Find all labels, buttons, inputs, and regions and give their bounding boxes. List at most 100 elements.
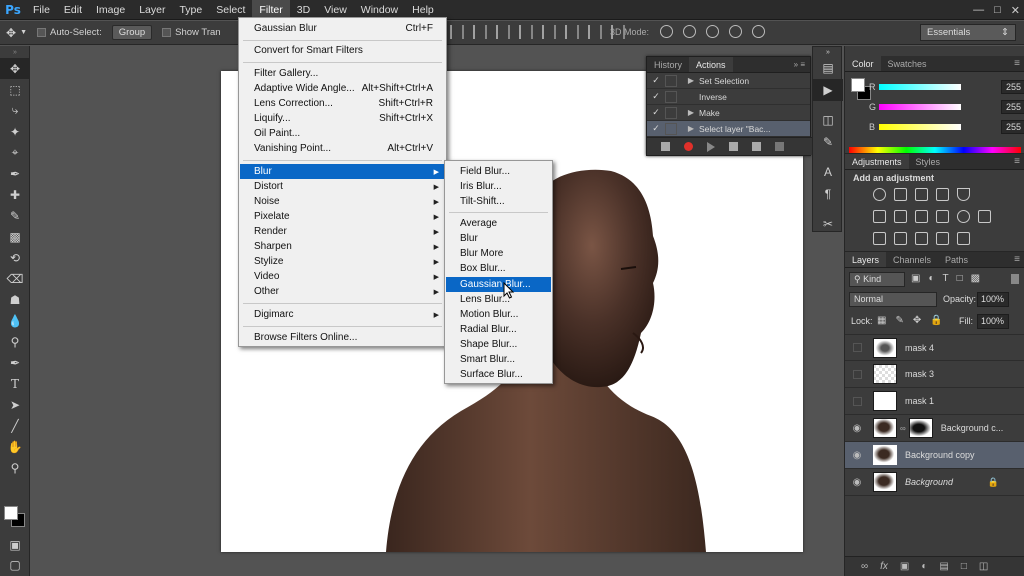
panel-menu-icon[interactable]: ≡: [1014, 56, 1024, 71]
menu-layer[interactable]: Layer: [132, 0, 172, 20]
menu-file[interactable]: File: [26, 0, 57, 20]
menu-item-radial-blur[interactable]: Radial Blur...: [446, 322, 551, 337]
dodge-tool-icon[interactable]: ⚲: [0, 331, 30, 352]
layer-row[interactable]: mask 3: [845, 361, 1024, 388]
levels-icon[interactable]: [894, 188, 907, 201]
distribute-horizontal-icon[interactable]: [588, 25, 602, 39]
menu-item-digimarc[interactable]: Digimarc ▶: [240, 307, 445, 322]
tab-layers[interactable]: Layers: [845, 252, 887, 267]
filter-smart-object-icon[interactable]: ▩: [971, 273, 980, 284]
filter-toggle-icon[interactable]: [1011, 274, 1019, 284]
tab-swatches[interactable]: Swatches: [881, 56, 934, 71]
menu-item-filter-gallery[interactable]: Filter Gallery...: [240, 66, 445, 81]
brightness-contrast-icon[interactable]: [873, 188, 886, 201]
red-slider[interactable]: [879, 84, 961, 90]
filter-pixel-icon[interactable]: ▣: [911, 273, 920, 284]
menu-item-iris-blur[interactable]: Iris Blur...: [446, 179, 551, 194]
distribute-middle-icon[interactable]: [542, 25, 556, 39]
action-row[interactable]: ✓ ▶ Set Selection: [647, 73, 810, 89]
clone-stamp-tool-icon[interactable]: ▩: [0, 226, 30, 247]
panel-menu-icon[interactable]: ≡: [1014, 252, 1024, 267]
menu-item-oil-paint[interactable]: Oil Paint...: [240, 126, 445, 141]
align-right-icon[interactable]: [496, 25, 510, 39]
menu-item-tilt-shift[interactable]: Tilt-Shift...: [446, 194, 551, 209]
layer-row[interactable]: mask 4: [845, 334, 1024, 361]
tool-presets-icon[interactable]: ✂: [813, 213, 843, 235]
menu-type[interactable]: Type: [172, 0, 209, 20]
visibility-toggle[interactable]: [845, 369, 869, 379]
color-balance-icon[interactable]: [894, 210, 907, 223]
exposure-icon[interactable]: [936, 188, 949, 201]
red-value-field[interactable]: 255: [1001, 80, 1024, 94]
blend-mode-dropdown[interactable]: Normal: [849, 292, 937, 307]
photo-filter-icon[interactable]: [936, 210, 949, 223]
menu-item-box-blur[interactable]: Box Blur...: [446, 261, 551, 276]
color-swatches[interactable]: [4, 506, 26, 528]
layer-row[interactable]: mask 1: [845, 388, 1024, 415]
menu-image[interactable]: Image: [89, 0, 132, 20]
eye-icon[interactable]: ◉: [845, 423, 869, 434]
color-fg-swatch[interactable]: [851, 78, 865, 92]
invert-icon[interactable]: [873, 232, 886, 245]
tab-paths[interactable]: Paths: [938, 252, 975, 267]
blue-value-field[interactable]: 255: [1001, 120, 1024, 134]
menu-item-convert-smart-filters[interactable]: Convert for Smart Filters: [240, 43, 445, 58]
lasso-tool-icon[interactable]: ⤷: [0, 100, 30, 121]
lock-transparency-icon[interactable]: ▦: [877, 315, 886, 326]
new-set-icon[interactable]: [729, 142, 738, 151]
panel-menu-icon[interactable]: » ≡: [794, 57, 810, 72]
menu-item-last-filter[interactable]: Gaussian Blur Ctrl+F: [240, 21, 445, 36]
play-icon[interactable]: [707, 141, 715, 152]
opacity-field[interactable]: 100%: [977, 292, 1009, 307]
tab-adjustments[interactable]: Adjustments: [845, 154, 909, 169]
dialog-toggle-box[interactable]: [665, 122, 677, 135]
green-slider[interactable]: [879, 104, 961, 110]
lock-all-icon[interactable]: 🔒: [930, 315, 942, 326]
tab-actions[interactable]: Actions: [689, 57, 733, 72]
character-panel-icon[interactable]: A: [813, 161, 843, 183]
checkmark-icon[interactable]: ✓: [647, 91, 665, 102]
brush-presets-icon[interactable]: ✎: [813, 131, 843, 153]
visibility-toggle[interactable]: [845, 396, 869, 406]
move-tool-preset[interactable]: ✥ ▼: [6, 26, 27, 40]
eyedropper-tool-icon[interactable]: ✒: [0, 163, 30, 184]
distribute-top-icon[interactable]: [519, 25, 533, 39]
auto-select-checkbox[interactable]: [37, 28, 46, 37]
zoom-tool-icon[interactable]: ⚲: [0, 457, 30, 478]
screen-mode-icon[interactable]: ▢: [0, 554, 30, 575]
curves-icon[interactable]: [915, 188, 928, 201]
new-adjustment-icon[interactable]: ◐: [921, 561, 927, 572]
auto-select-dropdown[interactable]: Group: [111, 25, 153, 40]
hue-saturation-icon[interactable]: [873, 210, 886, 223]
move-tool-icon[interactable]: ✥: [0, 58, 30, 79]
eye-icon[interactable]: ◉: [845, 450, 869, 461]
layer-row[interactable]: ◉ ∞ Background c...: [845, 415, 1024, 442]
hand-tool-icon[interactable]: ✋: [0, 436, 30, 457]
3d-pan-icon[interactable]: [706, 25, 719, 38]
healing-brush-tool-icon[interactable]: ✚: [0, 184, 30, 205]
auto-select-option[interactable]: Auto-Select:: [37, 27, 102, 38]
3d-roll-icon[interactable]: [683, 25, 696, 38]
menu-item-smart-blur[interactable]: Smart Blur...: [446, 352, 551, 367]
3d-slide-icon[interactable]: [729, 25, 742, 38]
action-row[interactable]: ✓ Inverse: [647, 89, 810, 105]
filter-shape-icon[interactable]: □: [957, 273, 963, 284]
link-layers-icon[interactable]: ∞: [861, 561, 868, 572]
new-layer-icon[interactable]: □: [961, 561, 967, 572]
menu-item-blur-simple[interactable]: Blur: [446, 231, 551, 246]
fill-field[interactable]: 100%: [977, 314, 1009, 329]
layer-style-icon[interactable]: fx: [880, 561, 888, 572]
layer-row[interactable]: ◉ Background copy: [845, 442, 1024, 469]
menu-item-render[interactable]: Render ▶: [240, 224, 445, 239]
menu-item-surface-blur[interactable]: Surface Blur...: [446, 367, 551, 382]
visibility-toggle[interactable]: [845, 343, 869, 352]
menu-item-average[interactable]: Average: [446, 216, 551, 231]
type-tool-icon[interactable]: T: [0, 373, 30, 394]
trash-icon[interactable]: [775, 142, 784, 151]
new-action-icon[interactable]: [752, 142, 761, 151]
eye-icon[interactable]: ◉: [845, 477, 869, 488]
layer-row[interactable]: ◉ Background 🔒: [845, 469, 1024, 496]
blur-tool-icon[interactable]: 💧: [0, 310, 30, 331]
menu-item-browse-filters-online[interactable]: Browse Filters Online...: [240, 330, 445, 345]
tab-color[interactable]: Color: [845, 56, 881, 71]
